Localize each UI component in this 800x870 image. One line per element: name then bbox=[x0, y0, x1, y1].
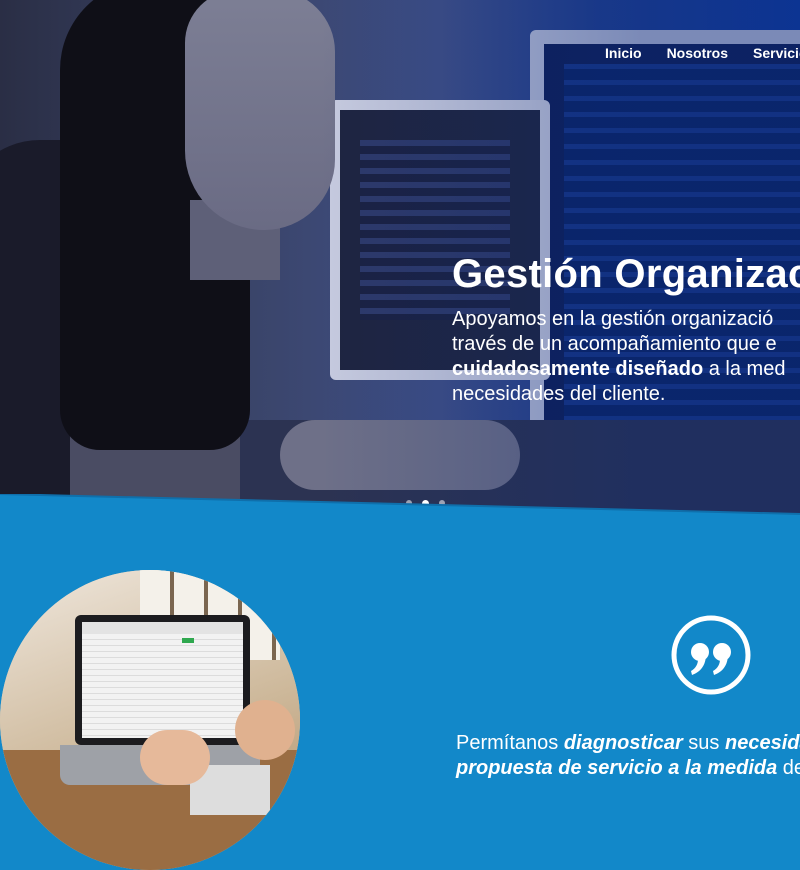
nav-item-nosotros[interactable]: Nosotros bbox=[667, 45, 728, 61]
main-nav: Inicio Nosotros Servicio bbox=[605, 45, 800, 61]
section-divider-wave bbox=[0, 494, 800, 534]
hero-line-3-bold: cuidadosamente diseñado bbox=[452, 358, 704, 380]
cta-part-2: diagnosticar bbox=[563, 732, 683, 754]
cta-text: Permítanos diagnosticar sus necesidad pr… bbox=[456, 731, 800, 781]
laptop-circle-image bbox=[0, 570, 300, 870]
hero-slider: Inicio Nosotros Servicio Gestión Organiz… bbox=[0, 0, 800, 520]
hero-line-3-rest: a la med bbox=[703, 358, 786, 380]
hero-title: Gestión Organizacio bbox=[452, 252, 800, 296]
cta-part-3: sus bbox=[682, 732, 725, 754]
cta-part-1: Permítanos bbox=[456, 732, 564, 754]
cta-part-4: necesidad bbox=[725, 732, 800, 754]
hero-description: Apoyamos en la gestión organizació travé… bbox=[452, 307, 785, 407]
quote-icon bbox=[671, 615, 751, 695]
nav-item-servicios[interactable]: Servicio bbox=[753, 45, 800, 61]
hero-line-3: cuidadosamente diseñado a la med bbox=[452, 357, 785, 382]
cta-line-2: propuesta de servicio a la medida de su bbox=[456, 756, 800, 781]
hero-line-4: necesidades del cliente. bbox=[452, 383, 666, 405]
cta-line-1: Permítanos diagnosticar sus necesidad bbox=[456, 731, 800, 756]
nav-item-inicio[interactable]: Inicio bbox=[605, 45, 642, 61]
cta-line-2-rest: de su bbox=[782, 757, 800, 779]
hero-line-2: través de un acompañamiento que e bbox=[452, 333, 777, 355]
cta-line-2-bold: propuesta de servicio a la medida bbox=[456, 757, 778, 779]
hero-line-1: Apoyamos en la gestión organizació bbox=[452, 308, 774, 330]
